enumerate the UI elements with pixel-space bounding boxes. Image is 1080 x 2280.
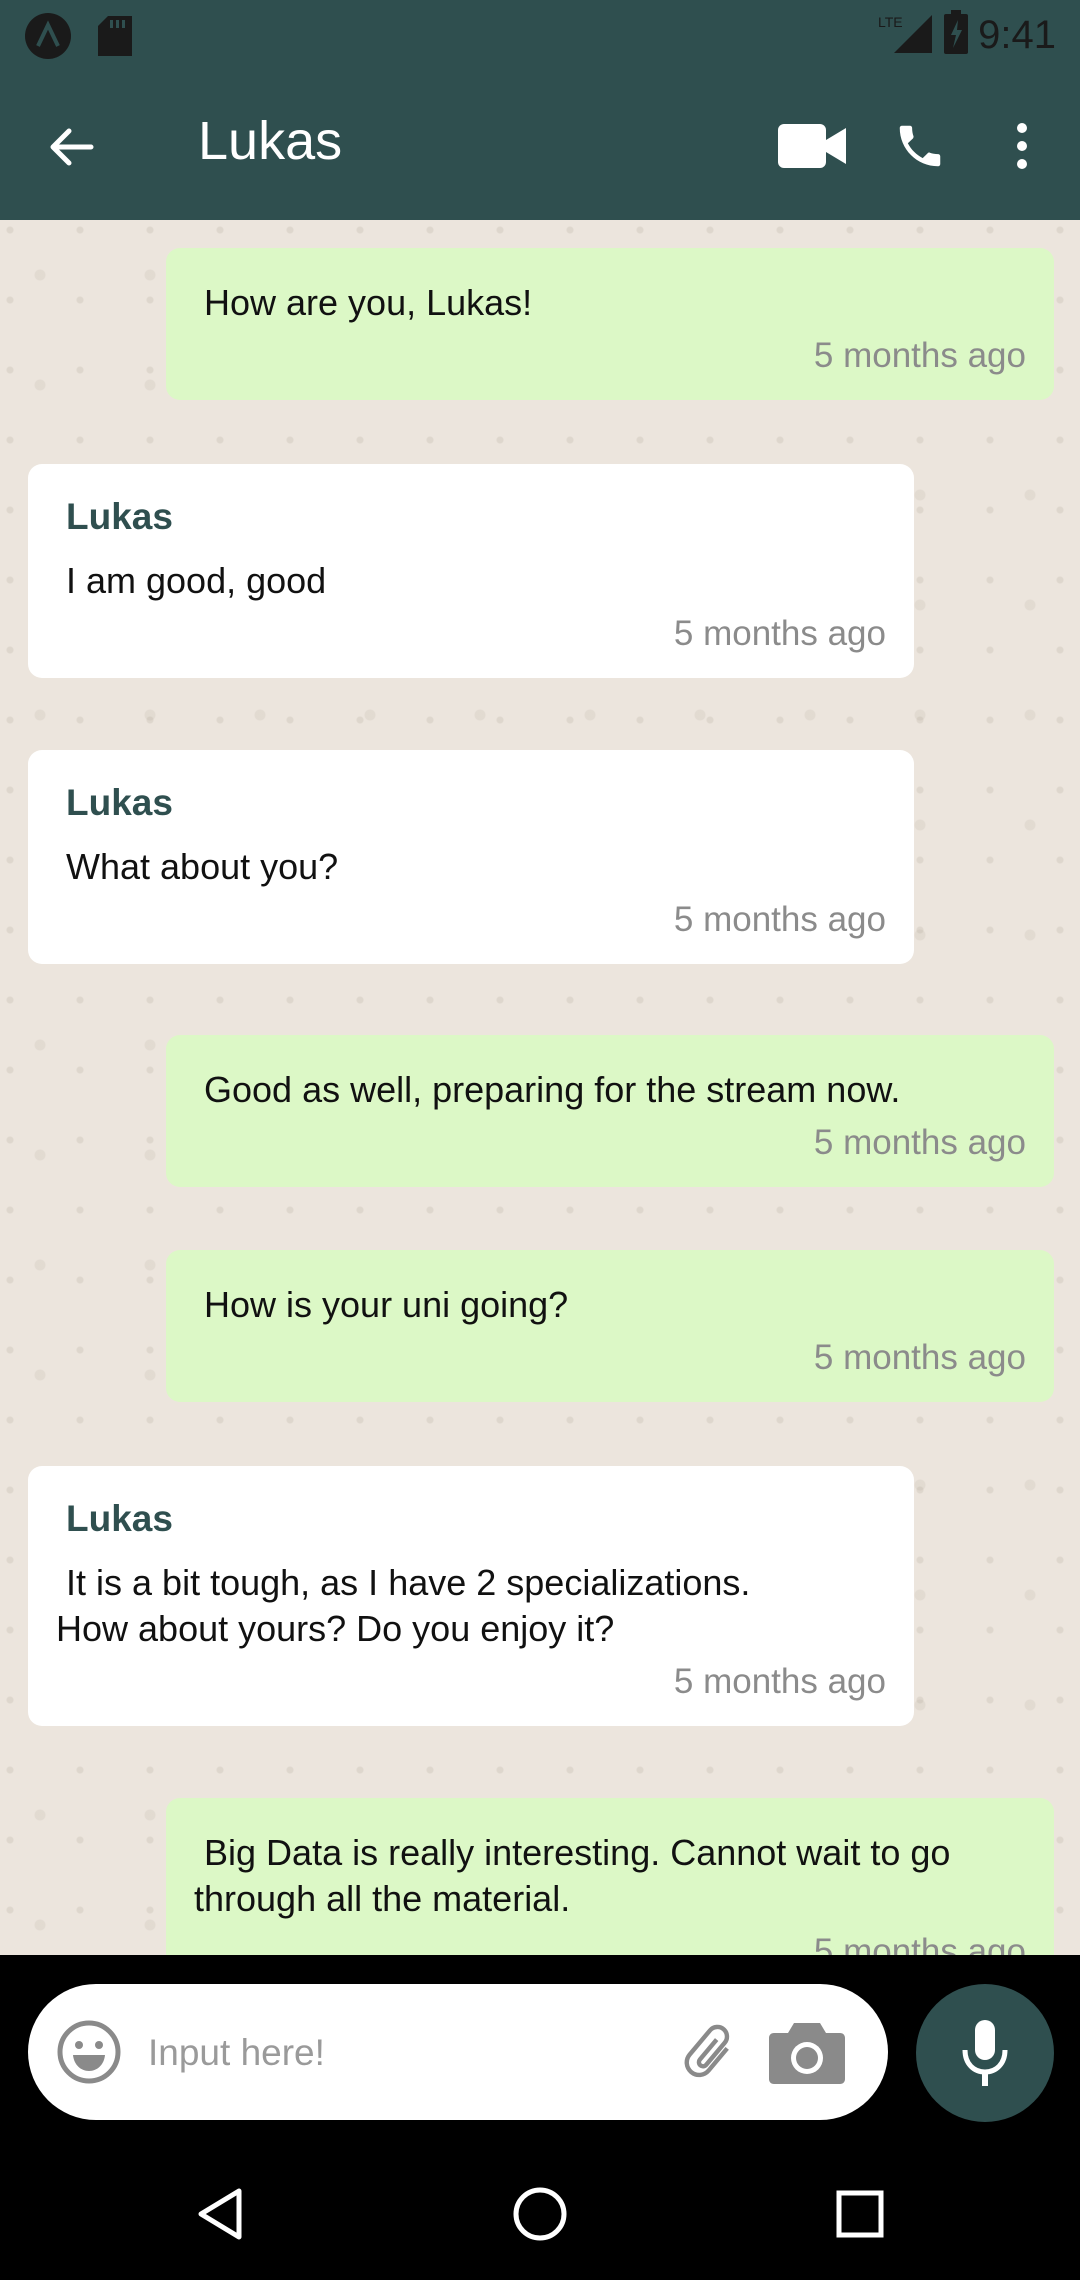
nav-back-icon: [198, 2188, 242, 2240]
message-bubble-incoming[interactable]: Lukas It is a bit tough, as I have 2 spe…: [28, 1466, 914, 1726]
chat-area[interactable]: How are you, Lukas! 5 months ago Lukas I…: [0, 220, 1080, 1955]
message-text: How are you, Lukas!: [204, 282, 533, 323]
message-timestamp: 5 months ago: [673, 900, 886, 939]
message-timestamp: 5 months ago: [673, 1662, 886, 1701]
app-bar: Lukas: [0, 66, 1080, 220]
back-button[interactable]: [36, 112, 106, 182]
message-text: What about you?: [66, 846, 339, 887]
video-call-icon: [778, 124, 846, 168]
message-timestamp: 5 months ago: [813, 1123, 1026, 1162]
voice-call-button[interactable]: [880, 106, 960, 186]
nav-recents-button[interactable]: [824, 2178, 896, 2250]
message-bubble-outgoing[interactable]: How is your uni going? 5 months ago: [166, 1250, 1054, 1402]
mic-icon: [962, 2020, 1008, 2086]
chat-title: Lukas: [198, 111, 343, 171]
more-vert-icon: [1017, 123, 1027, 169]
message-bubble-incoming[interactable]: Lukas What about you? 5 months ago: [28, 750, 914, 964]
battery-icon: [942, 10, 970, 61]
back-arrow-icon: [50, 128, 94, 166]
sd-card-icon: [98, 16, 132, 61]
message-composer: [28, 1984, 888, 2120]
nav-back-button[interactable]: [184, 2178, 256, 2250]
voice-record-button[interactable]: [916, 1984, 1054, 2122]
message-bubble-outgoing[interactable]: Big Data is really interesting. Cannot w…: [166, 1798, 1054, 1955]
phone-icon: [899, 125, 941, 167]
app-notification-icon: [24, 12, 72, 65]
emoji-icon: [57, 2020, 121, 2084]
status-bar: LTE 9:41: [0, 0, 1080, 66]
message-bubble-outgoing[interactable]: Good as well, preparing for the stream n…: [166, 1035, 1054, 1187]
message-bubble-outgoing[interactable]: How are you, Lukas! 5 months ago: [166, 248, 1054, 400]
nav-home-icon: [513, 2187, 567, 2241]
message-text: It is a bit tough, as I have 2 specializ…: [56, 1562, 751, 1649]
attach-icon: [684, 2024, 730, 2078]
message-sender: Lukas: [66, 782, 173, 823]
camera-icon: [769, 2023, 845, 2084]
message-timestamp: 5 months ago: [673, 614, 886, 653]
message-timestamp: 5 months ago: [813, 1338, 1026, 1377]
signal-icon: LTE: [878, 11, 934, 60]
message-text: How is your uni going?: [204, 1284, 569, 1325]
message-text: Good as well, preparing for the stream n…: [204, 1069, 901, 1110]
message-sender: Lukas: [66, 1498, 173, 1539]
network-label: LTE: [878, 14, 903, 30]
message-text: Big Data is really interesting. Cannot w…: [194, 1832, 951, 1919]
nav-home-button[interactable]: [504, 2178, 576, 2250]
message-bubble-incoming[interactable]: Lukas I am good, good 5 months ago: [28, 464, 914, 678]
system-nav-bar: [0, 2148, 1080, 2280]
attach-button[interactable]: [668, 2012, 748, 2092]
nav-recents-icon: [836, 2190, 884, 2238]
message-text: I am good, good: [66, 560, 327, 601]
camera-button[interactable]: [764, 2012, 850, 2092]
more-options-button[interactable]: [982, 106, 1062, 186]
message-timestamp: 5 months ago: [813, 1932, 1026, 1955]
message-sender: Lukas: [66, 496, 173, 537]
clock: 9:41: [978, 13, 1056, 57]
video-call-button[interactable]: [772, 106, 852, 186]
message-input[interactable]: [146, 2018, 670, 2088]
message-timestamp: 5 months ago: [813, 336, 1026, 375]
emoji-button[interactable]: [54, 2017, 124, 2087]
